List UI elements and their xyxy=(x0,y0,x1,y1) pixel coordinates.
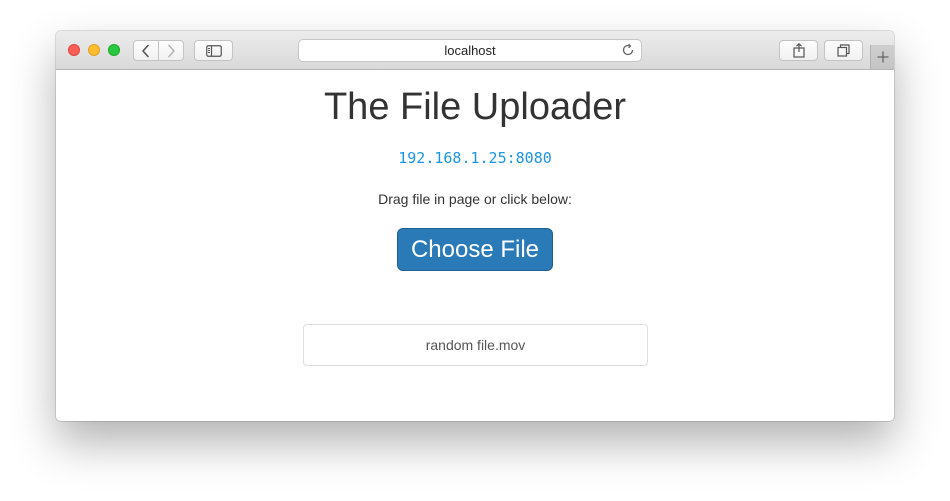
upload-instruction: Drag file in page or click below: xyxy=(378,191,572,207)
sidebar-toggle-button[interactable] xyxy=(194,40,233,61)
reload-icon[interactable] xyxy=(621,43,635,57)
close-window-button[interactable] xyxy=(68,44,80,56)
chevron-right-icon xyxy=(168,44,175,57)
choose-file-button[interactable]: Choose File xyxy=(397,228,553,271)
sidebar-icon xyxy=(205,44,222,57)
back-button[interactable] xyxy=(133,40,159,61)
address-bar[interactable]: localhost xyxy=(298,39,642,62)
file-list-item[interactable]: random file.mov xyxy=(303,324,648,366)
browser-window: localhost The File Uploader 192.168.1.25… xyxy=(56,31,894,421)
desktop: localhost The File Uploader 192.168.1.25… xyxy=(0,0,950,501)
page-title: The File Uploader xyxy=(323,86,627,128)
server-address: 192.168.1.25:8080 xyxy=(398,149,552,167)
page-content: The File Uploader 192.168.1.25:8080 Drag… xyxy=(56,70,894,421)
file-name: random file.mov xyxy=(425,337,526,353)
chevron-left-icon xyxy=(142,44,149,57)
new-tab-button[interactable] xyxy=(870,45,894,69)
plus-icon xyxy=(877,51,888,63)
maximize-window-button[interactable] xyxy=(108,44,120,56)
forward-button[interactable] xyxy=(158,40,184,61)
minimize-window-button[interactable] xyxy=(88,44,100,56)
browser-toolbar: localhost xyxy=(56,31,894,70)
share-button[interactable] xyxy=(779,40,818,61)
share-icon xyxy=(792,43,805,58)
tabs-overview-icon xyxy=(837,44,850,57)
tab-overview-button[interactable] xyxy=(824,40,863,61)
address-bar-text: localhost xyxy=(444,43,496,58)
